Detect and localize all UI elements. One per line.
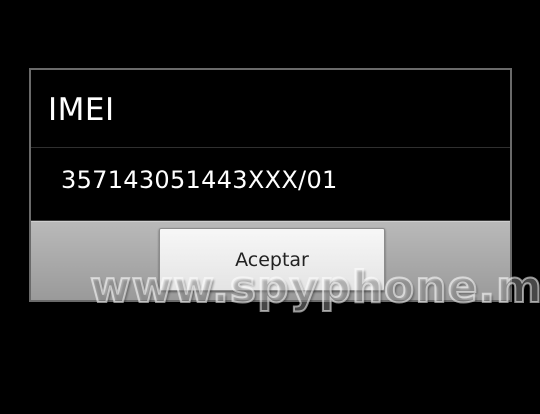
imei-dialog: IMEI 357143051443XXX/01 Aceptar xyxy=(29,68,512,302)
phone-screen: IMEI 357143051443XXX/01 Aceptar www.spyp… xyxy=(0,0,540,414)
dialog-button-bar: Aceptar xyxy=(31,221,510,300)
imei-value: 357143051443XXX/01 xyxy=(61,166,338,194)
accept-button[interactable]: Aceptar xyxy=(159,228,385,291)
dialog-title: IMEI xyxy=(48,92,115,128)
dialog-title-bar: IMEI xyxy=(31,70,510,148)
dialog-message-area: 357143051443XXX/01 xyxy=(31,148,510,221)
accept-button-label: Aceptar xyxy=(235,249,309,271)
